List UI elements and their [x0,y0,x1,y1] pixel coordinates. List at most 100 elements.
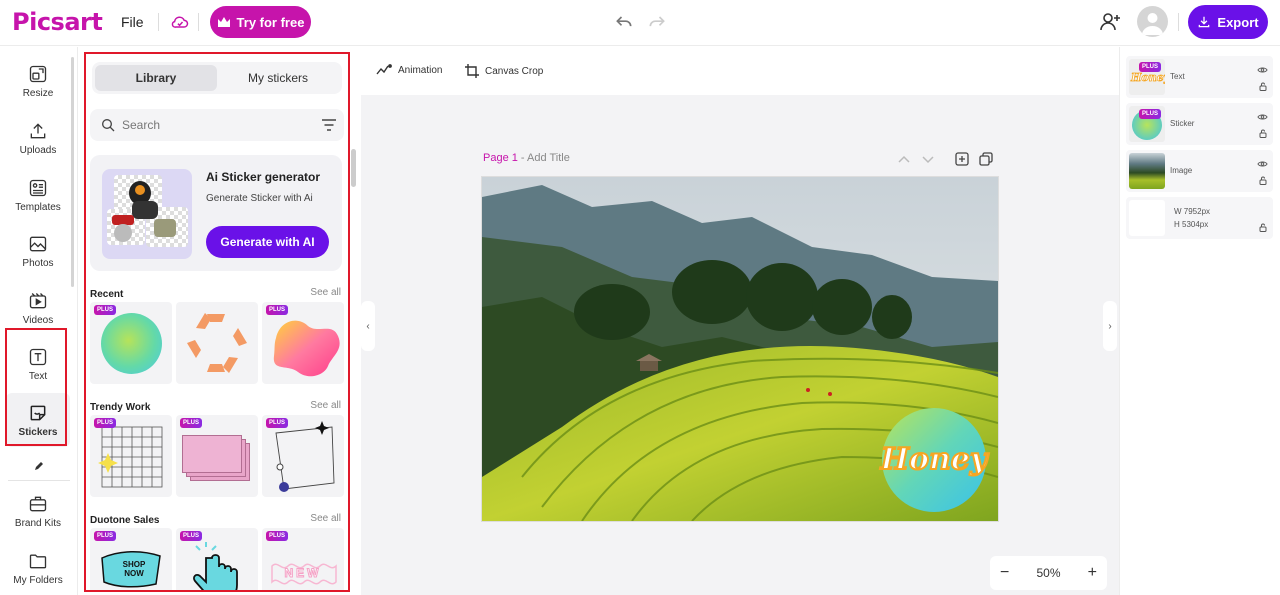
nav-item-uploads[interactable]: Uploads [6,111,70,165]
divider [158,13,159,31]
eye-icon[interactable] [1257,113,1268,121]
layer-background[interactable]: W 7952px H 5304px [1126,197,1273,239]
page-title[interactable]: Page 1 - Add Title [483,152,570,164]
file-menu[interactable]: File [121,14,144,30]
layer-thumbnail: Honey PLUS [1129,59,1165,95]
see-all-duotone-link[interactable]: See all [310,513,341,524]
nav-item-templates[interactable]: Templates [6,168,70,222]
see-all-trendy-link[interactable]: See all [310,400,341,411]
ai-sticker-card: Ai Sticker generator Generate Sticker wi… [90,155,342,271]
layer-name: Text [1170,72,1185,81]
plus-badge: PLUS [180,531,203,541]
chevron-down-icon[interactable] [920,151,936,167]
layer-thumbnail [1129,200,1165,236]
layer-name: Sticker [1170,119,1195,128]
nav-item-resize[interactable]: Resize [6,54,70,108]
folder-icon [29,554,47,568]
canvas-crop-tool[interactable]: Canvas Crop [465,64,543,78]
redo-icon[interactable] [647,12,667,32]
zoom-in-button[interactable]: + [1088,564,1097,582]
nav-item-photos[interactable]: Photos [6,224,70,278]
export-button[interactable]: Export [1188,5,1268,39]
nav-item-videos[interactable]: Videos [6,281,70,335]
tab-my-stickers[interactable]: My stickers [217,65,339,91]
stickers-icon [30,405,46,420]
sticker-tile-gradient-circle[interactable]: PLUS [90,302,172,384]
plus-badge: PLUS [1139,62,1162,72]
plus-badge: PLUS [94,418,117,428]
export-icon [1199,16,1210,28]
photos-icon [29,236,47,251]
section-title-trendy-work: Trendy Work [90,402,151,413]
sticker-tile-frame[interactable]: PLUS [262,415,344,497]
canvas-toolbar: Animation Canvas Crop [361,47,1119,95]
try-for-free-button[interactable]: Try for free [210,6,311,38]
animation-label: Animation [398,64,443,76]
sticker-tile-shop-now[interactable]: PLUS SHOP NOW [90,528,172,591]
avatar[interactable] [1137,6,1168,37]
plus-badge: PLUS [266,531,289,541]
plus-badge: PLUS [94,305,117,315]
generate-with-ai-button[interactable]: Generate with AI [206,226,329,258]
lock-icon[interactable] [1259,82,1267,91]
section-title-recent: Recent [90,289,124,300]
layer-sticker[interactable]: PLUS Sticker [1126,103,1273,145]
cloud-sync-icon[interactable] [170,12,190,32]
collapse-right-panel-button[interactable]: › [1103,301,1117,351]
artboard[interactable]: Honey [481,176,999,522]
sticker-tile-grid[interactable]: PLUS [90,415,172,497]
sticker-tile-arrows-cycle[interactable] [176,302,258,384]
layers-panel: Honey PLUS Text PLUS Sticker Image W 795… [1119,47,1280,595]
panel-tabs: Library My stickers [92,62,342,94]
zoom-out-button[interactable]: − [1000,564,1009,582]
lock-icon[interactable] [1259,129,1267,138]
layer-image[interactable]: Image [1126,150,1273,192]
picsart-logo[interactable]: Picsart [12,8,103,36]
nav-label: Videos [22,314,54,326]
ai-card-title: Ai Sticker generator [206,170,321,184]
canvas-crop-label: Canvas Crop [485,65,544,77]
layer-text[interactable]: Honey PLUS Text [1126,56,1273,98]
sticker-tile-gradient-blob[interactable]: PLUS [262,302,344,384]
nav-item-stickers[interactable]: Stickers [6,393,70,447]
zoom-level[interactable]: 50% [1036,566,1060,580]
landscape-photo[interactable]: Honey [482,177,999,522]
add-page-icon[interactable] [954,151,970,167]
text-icon [29,348,47,365]
nav-label: Stickers [18,426,58,438]
see-all-recent-link[interactable]: See all [310,287,341,298]
eye-icon[interactable] [1257,66,1268,74]
panel-scrollbar[interactable] [351,149,356,187]
nav-item-my-folders[interactable]: My Folders [6,541,70,595]
search-input[interactable] [122,116,302,134]
nav-item-text[interactable]: Text [6,337,70,391]
search-box [90,109,344,141]
add-title-field[interactable]: Add Title [527,152,570,164]
eye-icon[interactable] [1257,160,1268,168]
try-for-free-label: Try for free [236,14,305,30]
collapse-left-panel-button[interactable]: ‹ [361,301,375,351]
resize-icon [29,65,47,82]
duplicate-page-icon[interactable] [978,151,994,167]
layer-height: H 5304px [1174,220,1209,229]
lock-icon[interactable] [1259,176,1267,185]
animation-tool[interactable]: Animation [376,64,442,76]
nav-label: Text [28,370,48,382]
divider [198,13,199,31]
chevron-up-icon[interactable] [896,151,912,167]
undo-icon[interactable] [614,12,634,32]
zoom-control: − 50% + [990,556,1107,590]
ai-sticker-preview [102,169,192,259]
pencil-icon[interactable] [33,460,45,472]
sticker-tile-new[interactable]: PLUS NEW [262,528,344,591]
filter-icon[interactable] [321,118,337,132]
add-user-icon[interactable] [1098,10,1122,34]
nav-item-brand-kits[interactable]: Brand Kits [6,484,70,538]
new-sticker-text: NEW [284,566,322,581]
sticker-tile-pink-cards[interactable]: PLUS [176,415,258,497]
nav-scrollbar[interactable] [71,57,74,287]
tab-library[interactable]: Library [95,65,217,91]
lock-icon[interactable] [1259,223,1267,232]
sticker-tile-hand[interactable]: PLUS [176,528,258,591]
nav-label: Brand Kits [14,517,62,529]
